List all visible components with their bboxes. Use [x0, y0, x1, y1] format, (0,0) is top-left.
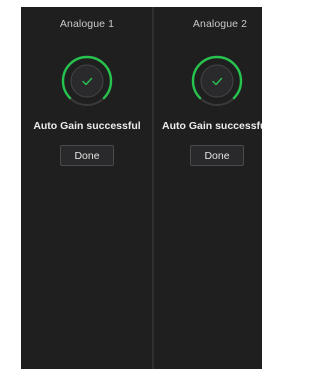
done-button[interactable]: Done: [60, 145, 114, 166]
channel-title: Analogue 2: [192, 18, 248, 30]
channel-analogue-2: Analogue 2 Auto Gain successful Done: [153, 7, 262, 369]
gain-knob: [61, 55, 113, 106]
status-text: Auto Gain successful: [162, 120, 262, 132]
channel-analogue-1: Analogue 1 Auto Gain successful Done: [21, 7, 153, 369]
auto-gain-panel: Analogue 1 Auto Gain successful Done Ana…: [21, 7, 262, 369]
done-button[interactable]: Done: [190, 145, 244, 166]
status-text: Auto Gain successful: [33, 120, 141, 132]
gain-knob: [191, 55, 243, 106]
channel-title: Analogue 1: [59, 18, 115, 30]
